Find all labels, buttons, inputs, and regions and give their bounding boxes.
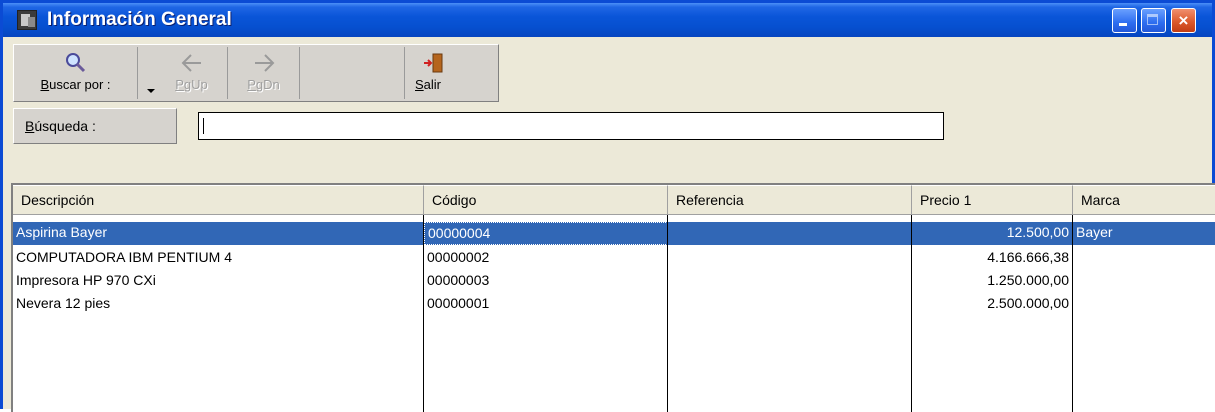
- column-header-marca[interactable]: Marca: [1073, 185, 1215, 215]
- column-divider: [1072, 215, 1073, 412]
- search-by-button[interactable]: Buscar por :: [14, 47, 138, 99]
- page-up-button[interactable]: PgUp: [156, 47, 228, 99]
- minimize-button[interactable]: [1112, 8, 1137, 33]
- column-header-referencia[interactable]: Referencia: [668, 185, 912, 215]
- close-icon: ×: [1178, 11, 1189, 30]
- cell-referencia: [668, 222, 912, 245]
- column-header-precio[interactable]: Precio 1: [912, 185, 1073, 215]
- cell-marca: [1073, 270, 1215, 293]
- column-divider: [911, 215, 912, 412]
- cell-precio: 4.166.666,38: [987, 249, 1069, 265]
- app-icon[interactable]: [17, 10, 37, 30]
- maximize-icon: [1147, 14, 1158, 25]
- cell-referencia: [668, 293, 912, 316]
- table-row[interactable]: Impresora HP 970 CXi 00000003 1.250.000,…: [13, 270, 1215, 293]
- cell-marca: [1073, 293, 1215, 316]
- exit-button[interactable]: Salir: [404, 47, 498, 99]
- page-down-button[interactable]: PgDn: [228, 47, 300, 99]
- column-header-descripcion[interactable]: Descripción: [13, 185, 424, 215]
- cell-marca: Bayer: [1076, 224, 1113, 240]
- search-label-box: Búsqueda :: [13, 108, 177, 144]
- cell-precio: 1.250.000,00: [987, 272, 1069, 288]
- column-header-codigo[interactable]: Código: [424, 185, 668, 215]
- cell-descripcion: Aspirina Bayer: [16, 224, 108, 240]
- column-divider: [667, 215, 668, 412]
- magnifier-icon: [65, 53, 85, 73]
- window-title: Información General: [47, 9, 232, 30]
- table-header: Descripción Código Referencia Precio 1 M…: [13, 185, 1215, 215]
- table-row[interactable]: Nevera 12 pies 00000001 2.500.000,00: [13, 293, 1215, 316]
- minimize-icon: [1119, 23, 1127, 26]
- column-divider: [423, 215, 424, 412]
- search-label: Búsqueda :: [25, 118, 96, 134]
- search-input[interactable]: [198, 112, 944, 140]
- results-table[interactable]: Descripción Código Referencia Precio 1 M…: [11, 183, 1215, 412]
- cell-marca: [1073, 247, 1215, 270]
- page-down-label: PgDn: [247, 77, 280, 92]
- cell-descripcion: Nevera 12 pies: [16, 295, 111, 311]
- search-by-label: Buscar por :: [40, 77, 111, 92]
- cell-precio: 2.500.000,00: [987, 295, 1069, 311]
- window: Información General × Buscar por : PgUp …: [0, 0, 1215, 412]
- search-by-dropdown-icon[interactable]: [147, 89, 155, 93]
- maximize-button[interactable]: [1141, 8, 1166, 33]
- text-caret: [203, 118, 204, 134]
- arrow-left-icon: [181, 54, 201, 72]
- search-row: Búsqueda :: [13, 108, 1215, 148]
- cell-referencia: [668, 270, 912, 293]
- page-up-label: PgUp: [175, 77, 208, 92]
- cell-referencia: [668, 247, 912, 270]
- cell-descripcion: COMPUTADORA IBM PENTIUM 4: [16, 249, 232, 265]
- arrow-right-icon: [254, 54, 274, 72]
- cell-descripcion: Impresora HP 970 CXi: [16, 272, 156, 288]
- close-button[interactable]: ×: [1171, 8, 1196, 33]
- cell-codigo: 00000004: [424, 222, 668, 245]
- table-row[interactable]: COMPUTADORA IBM PENTIUM 4 00000002 4.166…: [13, 247, 1215, 270]
- exit-door-icon: [423, 53, 442, 73]
- cell-precio: 12.500,00: [1006, 224, 1069, 240]
- toolbar: Buscar por : PgUp PgDn Salir: [13, 44, 499, 102]
- cell-codigo: 00000003: [427, 272, 490, 288]
- exit-label: Salir: [415, 77, 442, 92]
- cell-codigo: 00000002: [427, 249, 490, 265]
- cell-codigo: 00000001: [427, 295, 490, 311]
- title-bar[interactable]: Información General ×: [3, 3, 1212, 37]
- table-row[interactable]: Aspirina Bayer 00000004 12.500,00 Bayer: [13, 222, 1215, 245]
